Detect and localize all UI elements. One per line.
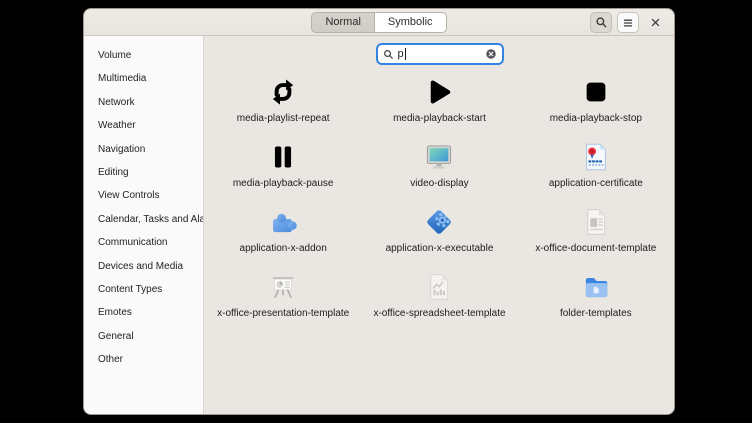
sidebar-item-general[interactable]: General: [84, 325, 203, 348]
icon-grid: media-playlist-repeat media-playback-sta…: [205, 69, 674, 329]
search-icon: [595, 16, 608, 29]
icon-cell-video-display[interactable]: video-display: [361, 134, 517, 199]
application-certificate-icon: [580, 141, 612, 173]
icon-label: x-office-presentation-template: [217, 308, 349, 319]
sidebar-item-calendar-tasks-alarms[interactable]: Calendar, Tasks and Alarms: [84, 208, 203, 231]
close-icon: [650, 17, 661, 28]
icon-browser-window: Normal Symbolic Volume Multimedi: [83, 8, 675, 415]
icon-label: application-x-addon: [240, 243, 327, 254]
x-office-presentation-template-icon: [267, 271, 299, 303]
headerbar: Normal Symbolic: [84, 9, 674, 36]
icon-cell-x-office-document-template[interactable]: x-office-document-template: [518, 199, 674, 264]
icon-cell-application-x-addon[interactable]: application-x-addon: [205, 199, 361, 264]
sidebar-item-content-types[interactable]: Content Types: [84, 278, 203, 301]
icon-label: media-playlist-repeat: [237, 113, 330, 124]
icon-label: media-playback-stop: [550, 113, 642, 124]
category-sidebar: Volume Multimedia Network Weather Naviga…: [84, 36, 204, 414]
text-caret: [405, 48, 406, 60]
toggle-normal-button[interactable]: Normal: [311, 12, 373, 33]
media-playback-pause-icon: [267, 141, 299, 173]
icon-cell-media-playlist-repeat[interactable]: media-playlist-repeat: [205, 69, 361, 134]
edit-clear-icon[interactable]: [485, 48, 497, 60]
icon-label: media-playback-start: [393, 113, 486, 124]
application-x-addon-icon: [267, 206, 299, 238]
sidebar-item-emotes[interactable]: Emotes: [84, 301, 203, 324]
results-pane: p media-playlist-repeat: [205, 36, 674, 414]
video-display-icon: [423, 141, 455, 173]
media-playback-start-icon: [423, 76, 455, 108]
icon-cell-media-playback-start[interactable]: media-playback-start: [361, 69, 517, 134]
headerbar-controls: [590, 12, 666, 33]
icon-cell-media-playback-pause[interactable]: media-playback-pause: [205, 134, 361, 199]
sidebar-item-view-controls[interactable]: View Controls: [84, 184, 203, 207]
media-playback-stop-icon: [580, 76, 612, 108]
icon-label: media-playback-pause: [233, 178, 334, 189]
icon-label: x-office-document-template: [535, 243, 656, 254]
sidebar-item-volume[interactable]: Volume: [84, 44, 203, 67]
sidebar-item-network[interactable]: Network: [84, 91, 203, 114]
application-x-executable-icon: [423, 206, 455, 238]
sidebar-item-devices-and-media[interactable]: Devices and Media: [84, 255, 203, 278]
sidebar-item-weather[interactable]: Weather: [84, 114, 203, 137]
search-input[interactable]: p: [376, 43, 504, 65]
sidebar-item-navigation[interactable]: Navigation: [84, 138, 203, 161]
icon-cell-application-certificate[interactable]: application-certificate: [518, 134, 674, 199]
icon-cell-media-playback-stop[interactable]: media-playback-stop: [518, 69, 674, 134]
icon-cell-folder-templates[interactable]: folder-templates: [518, 264, 674, 329]
search-button[interactable]: [590, 12, 612, 33]
icon-cell-x-office-presentation-template[interactable]: x-office-presentation-template: [205, 264, 361, 329]
hamburger-menu-icon: [622, 17, 634, 29]
close-button[interactable]: [644, 12, 666, 33]
icon-label: application-certificate: [549, 178, 643, 189]
icon-cell-x-office-spreadsheet-template[interactable]: x-office-spreadsheet-template: [361, 264, 517, 329]
folder-templates-icon: [580, 271, 612, 303]
sidebar-item-other[interactable]: Other: [84, 348, 203, 371]
icon-label: x-office-spreadsheet-template: [373, 308, 505, 319]
desktop-background: Normal Symbolic Volume Multimedi: [0, 0, 752, 423]
icon-label: application-x-executable: [386, 243, 494, 254]
sidebar-item-communication[interactable]: Communication: [84, 231, 203, 254]
icon-label: folder-templates: [560, 308, 632, 319]
menu-button[interactable]: [617, 12, 639, 33]
search-input-value: p: [398, 45, 404, 63]
media-playlist-repeat-icon: [267, 76, 299, 108]
icon-cell-application-x-executable[interactable]: application-x-executable: [361, 199, 517, 264]
x-office-spreadsheet-template-icon: [423, 271, 455, 303]
icon-label: video-display: [410, 178, 468, 189]
sidebar-item-multimedia[interactable]: Multimedia: [84, 67, 203, 90]
sidebar-item-editing[interactable]: Editing: [84, 161, 203, 184]
x-office-document-template-icon: [580, 206, 612, 238]
toggle-symbolic-button[interactable]: Symbolic: [374, 12, 447, 33]
search-icon: [383, 49, 394, 60]
view-toggle-group: Normal Symbolic: [311, 12, 446, 33]
